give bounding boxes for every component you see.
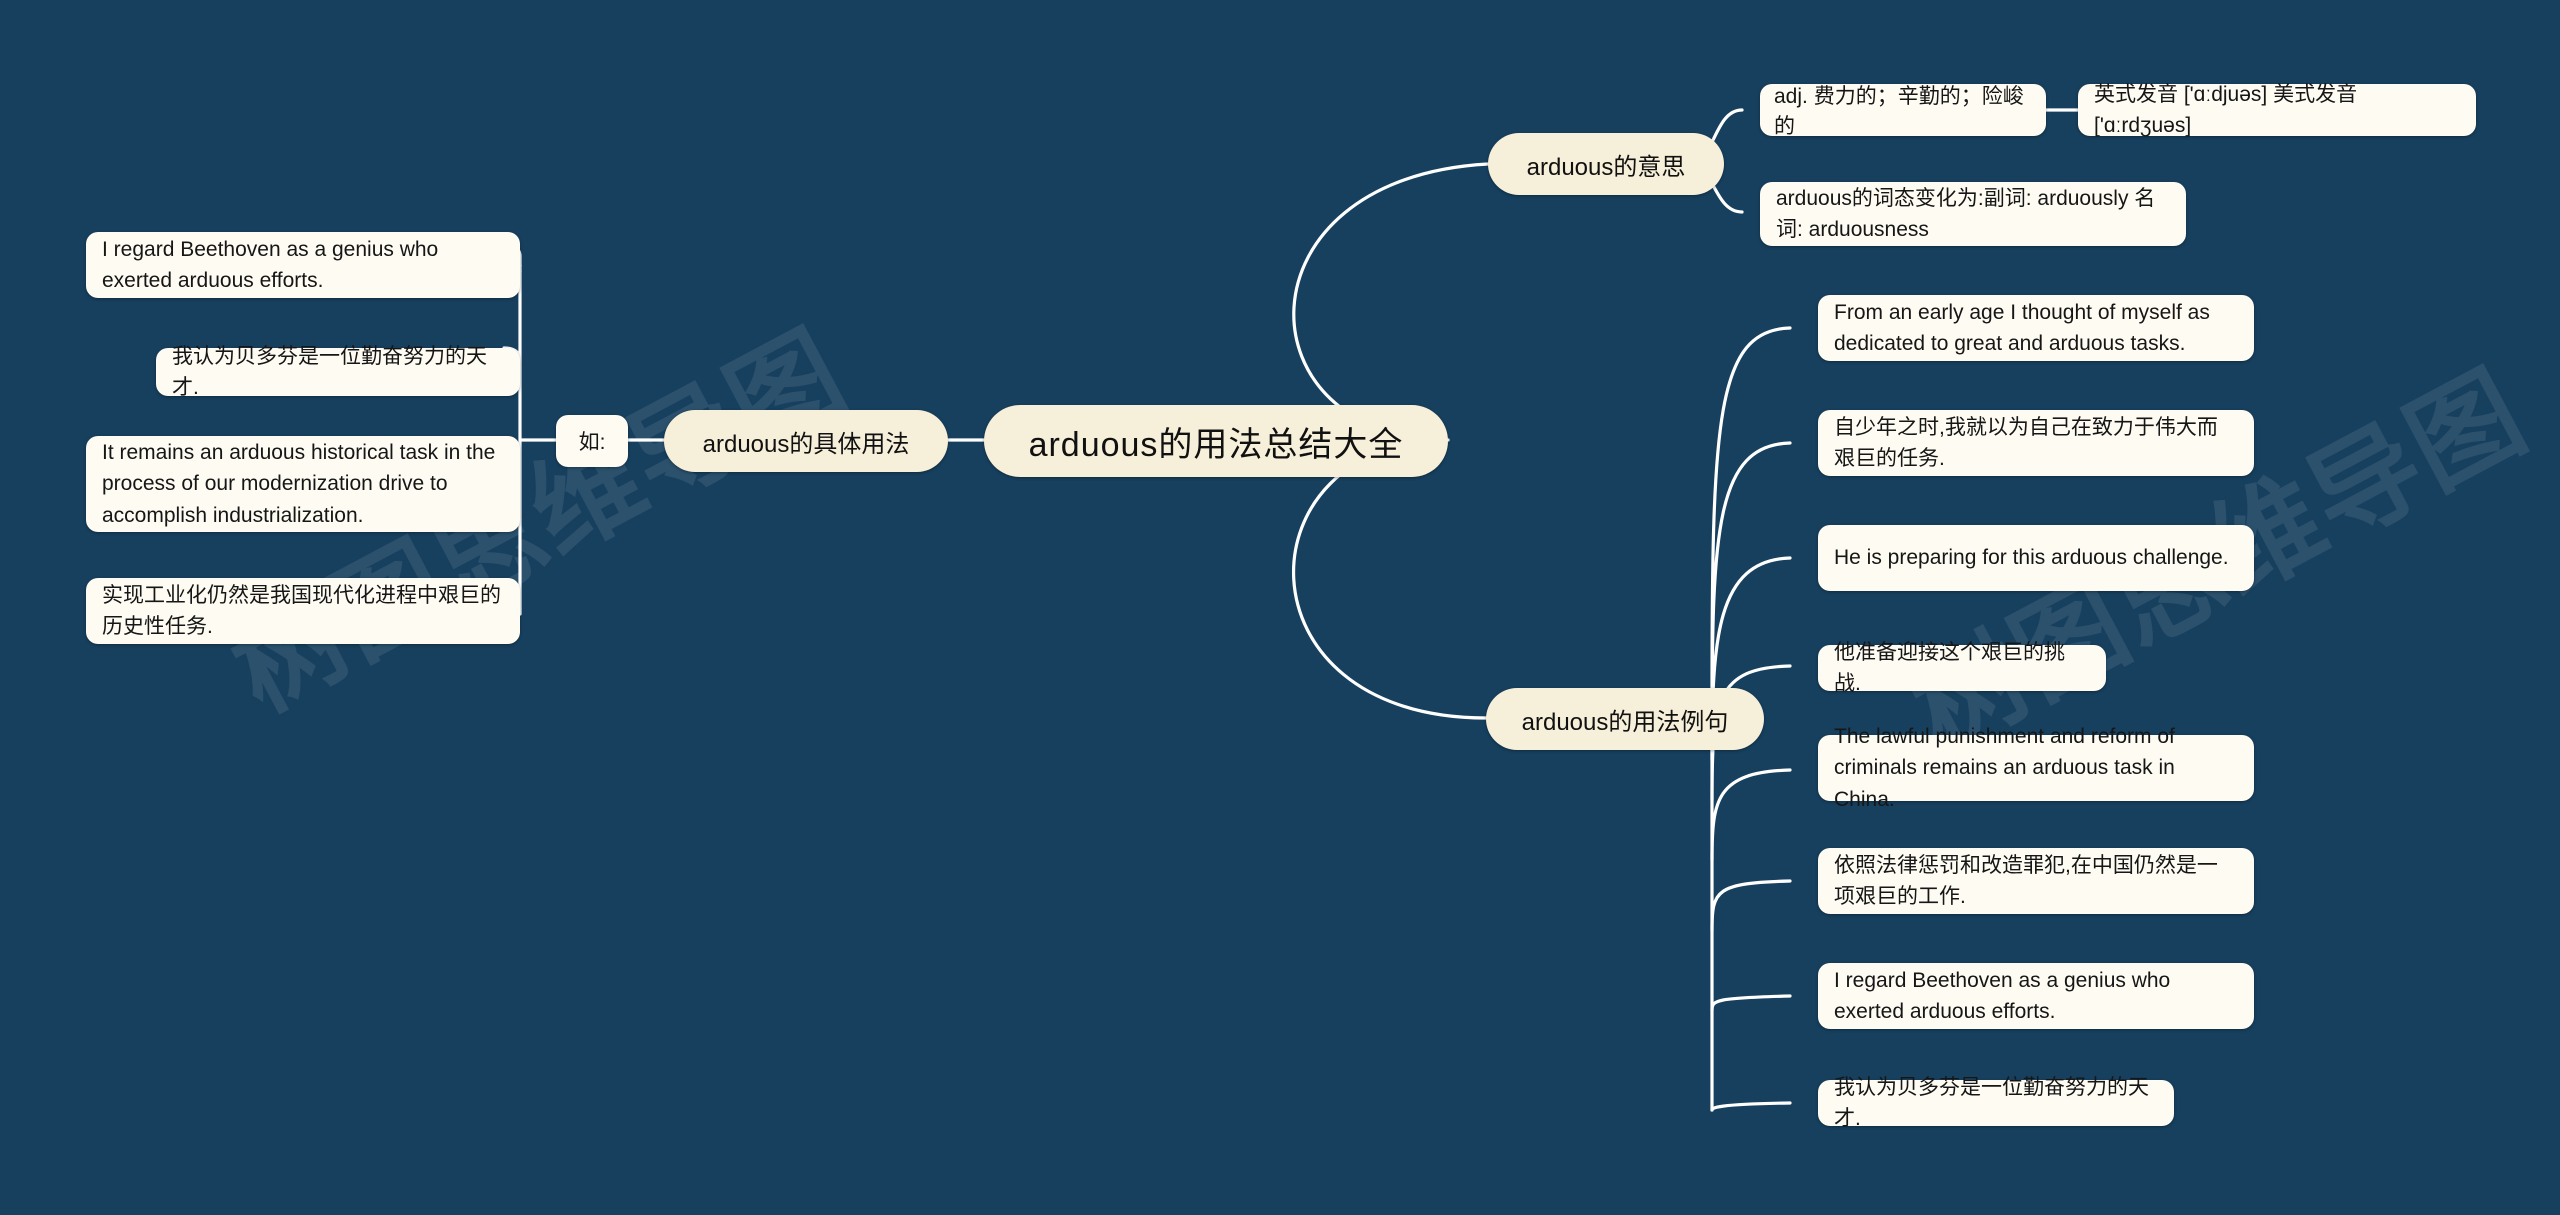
usage-connector-node[interactable]: 如: (556, 415, 628, 467)
meaning-pronunciation[interactable]: 英式发音 ['ɑːdjuəs] 美式发音 ['ɑːrdʒuəs] (2078, 83, 2476, 137)
sentence-example-8-label: 我认为贝多芬是一位勤奋努力的天才. (1834, 1075, 2149, 1131)
meaning-pronunciation-label: 英式发音 ['ɑːdjuəs] 美式发音 ['ɑːrdʒuəs] (2094, 82, 2358, 138)
sentence-example-4-label: 他准备迎接这个艰巨的挑战. (1834, 640, 2065, 696)
branch-meaning-label: arduous的意思 (1526, 153, 1686, 181)
branch-meaning[interactable]: arduous的意思 (1488, 133, 1724, 195)
sentence-example-5-label: The lawful punishment and reform of crim… (1834, 724, 2175, 811)
sentence-example-3[interactable]: He is preparing for this arduous challen… (1818, 525, 2254, 591)
meaning-definition[interactable]: adj. 费力的；辛勤的；险峻的 (1760, 84, 2046, 138)
sentence-example-5[interactable]: The lawful punishment and reform of crim… (1818, 725, 2254, 811)
sentence-example-6[interactable]: 依照法律惩罚和改造罪犯,在中国仍然是一项艰巨的工作. (1818, 848, 2254, 914)
sentence-example-8[interactable]: 我认为贝多芬是一位勤奋努力的天才. (1818, 1076, 2174, 1130)
usage-example-1[interactable]: I regard Beethoven as a genius who exert… (86, 232, 520, 298)
meaning-word-forms[interactable]: arduous的词态变化为:副词: arduously 名词: arduousn… (1760, 182, 2186, 246)
sentence-example-2[interactable]: 自少年之时,我就以为自己在致力于伟大而艰巨的任务. (1818, 410, 2254, 476)
sentence-example-4[interactable]: 他准备迎接这个艰巨的挑战. (1818, 641, 2106, 695)
branch-usage[interactable]: arduous的具体用法 (664, 410, 948, 472)
root-label: arduous的用法总结大全 (1028, 425, 1404, 464)
meaning-word-forms-label: arduous的词态变化为:副词: arduously 名词: arduousn… (1776, 186, 2156, 242)
sentence-example-3-label: He is preparing for this arduous challen… (1834, 546, 2229, 570)
sentence-example-2-label: 自少年之时,我就以为自己在致力于伟大而艰巨的任务. (1834, 415, 2218, 471)
root-node[interactable]: arduous的用法总结大全 (984, 405, 1448, 477)
branch-usage-label: arduous的具体用法 (702, 430, 910, 458)
usage-example-3-label: It remains an arduous historical task in… (102, 440, 496, 527)
usage-example-2-label: 我认为贝多芬是一位勤奋努力的天才. (172, 344, 487, 400)
usage-example-2[interactable]: 我认为贝多芬是一位勤奋努力的天才. (156, 345, 520, 399)
meaning-definition-label: adj. 费力的；辛勤的；险峻的 (1774, 85, 2024, 138)
sentence-example-6-label: 依照法律惩罚和改造罪犯,在中国仍然是一项艰巨的工作. (1834, 853, 2218, 909)
branch-sentences-label: arduous的用法例句 (1521, 708, 1729, 736)
usage-example-1-label: I regard Beethoven as a genius who exert… (102, 237, 439, 293)
usage-example-4-label: 实现工业化仍然是我国现代化进程中艰巨的历史性任务. (102, 583, 501, 639)
sentence-example-1[interactable]: From an early age I thought of myself as… (1818, 295, 2254, 361)
usage-connector-label: 如: (578, 431, 606, 454)
usage-example-3[interactable]: It remains an arduous historical task in… (86, 436, 520, 532)
sentence-example-1-label: From an early age I thought of myself as… (1834, 300, 2210, 356)
usage-example-4[interactable]: 实现工业化仍然是我国现代化进程中艰巨的历史性任务. (86, 578, 520, 644)
branch-sentences[interactable]: arduous的用法例句 (1486, 688, 1764, 750)
mindmap-canvas: 树图思维导图 树图思维导图 arduous的用法总结大全 arduous的意思 … (0, 0, 2560, 1215)
sentence-example-7[interactable]: I regard Beethoven as a genius who exert… (1818, 963, 2254, 1029)
sentence-example-7-label: I regard Beethoven as a genius who exert… (1834, 968, 2171, 1024)
